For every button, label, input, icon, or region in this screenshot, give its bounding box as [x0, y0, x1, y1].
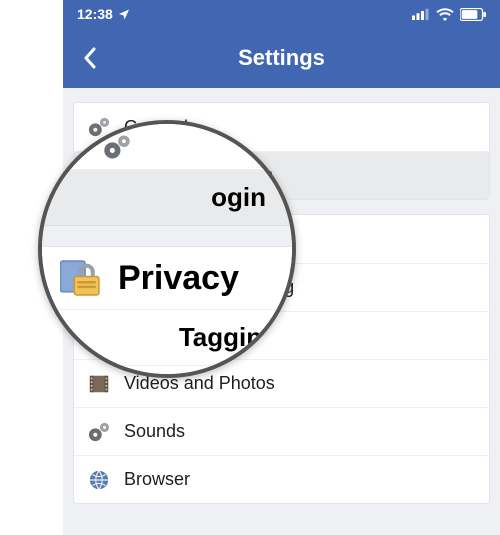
mag-group-gap: [42, 226, 292, 246]
nav-bar: Settings: [63, 28, 500, 88]
location-arrow-icon: [118, 8, 130, 20]
row-label: Sounds: [124, 421, 185, 442]
gears-icon: [102, 133, 132, 161]
row-label: Browser: [124, 469, 190, 490]
signal-icon: [412, 8, 430, 20]
row-browser[interactable]: Browser: [74, 455, 489, 503]
mag-row-bottom: [42, 366, 292, 374]
mag-label: Privacy: [118, 259, 239, 298]
status-right: [412, 8, 486, 21]
status-time: 12:38: [77, 6, 113, 22]
battery-icon: [460, 8, 486, 21]
mag-row-privacy: Privacy: [42, 246, 292, 310]
mag-row-general: [42, 124, 292, 170]
privacy-icon: [60, 258, 104, 298]
mag-label-fragment: Tagging: [179, 322, 278, 353]
film-icon: [86, 371, 112, 397]
mag-row-login: ogin: [42, 170, 292, 226]
magnifier-callout: ogin Privacy Tagging: [38, 120, 296, 378]
mag-label-fragment: ogin: [211, 182, 266, 213]
row-sounds[interactable]: Sounds: [74, 407, 489, 455]
page-title: Settings: [238, 45, 325, 71]
status-left: 12:38: [77, 6, 130, 22]
status-bar: 12:38: [63, 0, 500, 28]
mag-row-tagging: Tagging: [42, 310, 292, 366]
gears-icon: [86, 419, 112, 445]
globe-icon: [86, 467, 112, 493]
wifi-icon: [436, 8, 454, 21]
chevron-left-icon: [83, 47, 97, 69]
back-button[interactable]: [75, 43, 105, 73]
